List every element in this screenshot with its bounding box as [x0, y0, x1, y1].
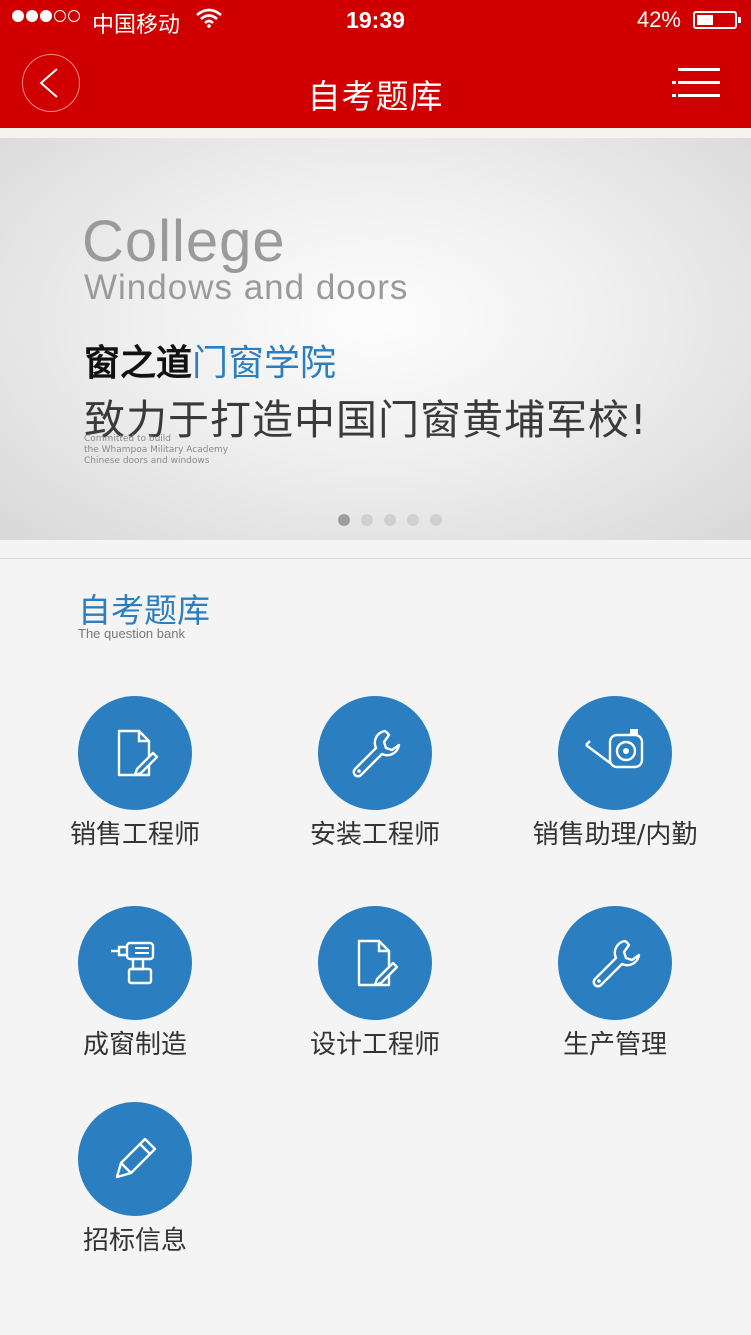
tile-label: 安装工程师: [309, 820, 440, 850]
tile-label: 销售工程师: [69, 820, 200, 850]
tile-design-engineer[interactable]: 设计工程师: [265, 906, 485, 1076]
banner-brand: 窗之道门窗学院: [84, 334, 336, 386]
carousel-dot[interactable]: [383, 514, 396, 526]
tile-label: 设计工程师: [309, 1030, 440, 1060]
document-edit-icon: [318, 906, 432, 1020]
page-title: 自考题库: [307, 77, 444, 116]
wrench-icon: [318, 696, 432, 810]
section-subtitle: The question bank: [78, 626, 185, 641]
brand-name: 窗之道: [84, 343, 193, 384]
tile-tender-info[interactable]: 招标信息: [25, 1102, 245, 1272]
banner-college-text: College: [82, 209, 286, 274]
status-bar: 中国移动 19:39 42%: [0, 0, 751, 40]
tile-label: 招标信息: [82, 1226, 187, 1256]
battery-percent: 42%: [636, 7, 681, 32]
banner-small-line: the Whampoa Military Academy: [84, 445, 229, 455]
section-title: 自考题库: [78, 591, 210, 630]
carousel-dot[interactable]: [406, 514, 419, 526]
top-bar: 中国移动 19:39 42% 自考题库: [0, 0, 751, 128]
carousel-dot[interactable]: [429, 514, 442, 526]
tile-sales-assistant[interactable]: 销售助理/内勤: [505, 696, 725, 866]
tile-label: 生产管理: [562, 1030, 667, 1060]
brand-college: 门窗学院: [192, 343, 337, 384]
list-menu-icon: [672, 68, 720, 97]
banner-carousel[interactable]: College Windows and doors 窗之道门窗学院 致力于打造中…: [0, 138, 751, 540]
battery-icon: [693, 11, 741, 29]
tile-sales-engineer[interactable]: 销售工程师: [25, 696, 245, 866]
banner-small-line: Committed to build: [84, 434, 172, 444]
tile-install-engineer[interactable]: 安装工程师: [265, 696, 485, 866]
tile-production-management[interactable]: 生产管理: [505, 906, 725, 1076]
banner-small-text: Committed to build the Whampoa Military …: [84, 434, 228, 467]
menu-button[interactable]: [672, 66, 724, 102]
header-divider: [0, 128, 751, 138]
tile-label: 成窗制造: [82, 1030, 187, 1060]
banner-small-line: Chinese doors and windows: [84, 456, 210, 466]
tile-label: 销售助理/内勤: [532, 820, 698, 850]
tape-measure-icon: [558, 696, 672, 810]
carousel-dot[interactable]: [360, 514, 373, 526]
tile-window-manufacturing[interactable]: 成窗制造: [25, 906, 245, 1076]
drill-icon: [78, 906, 192, 1020]
pencil-icon: [78, 1102, 192, 1216]
banner-subtitle: Windows and doors: [84, 268, 409, 307]
wrench-icon: [558, 906, 672, 1020]
carousel-dot[interactable]: [337, 514, 350, 526]
carousel-indicator: [14, 514, 751, 526]
section-divider: [0, 558, 751, 559]
document-edit-icon: [78, 696, 192, 810]
